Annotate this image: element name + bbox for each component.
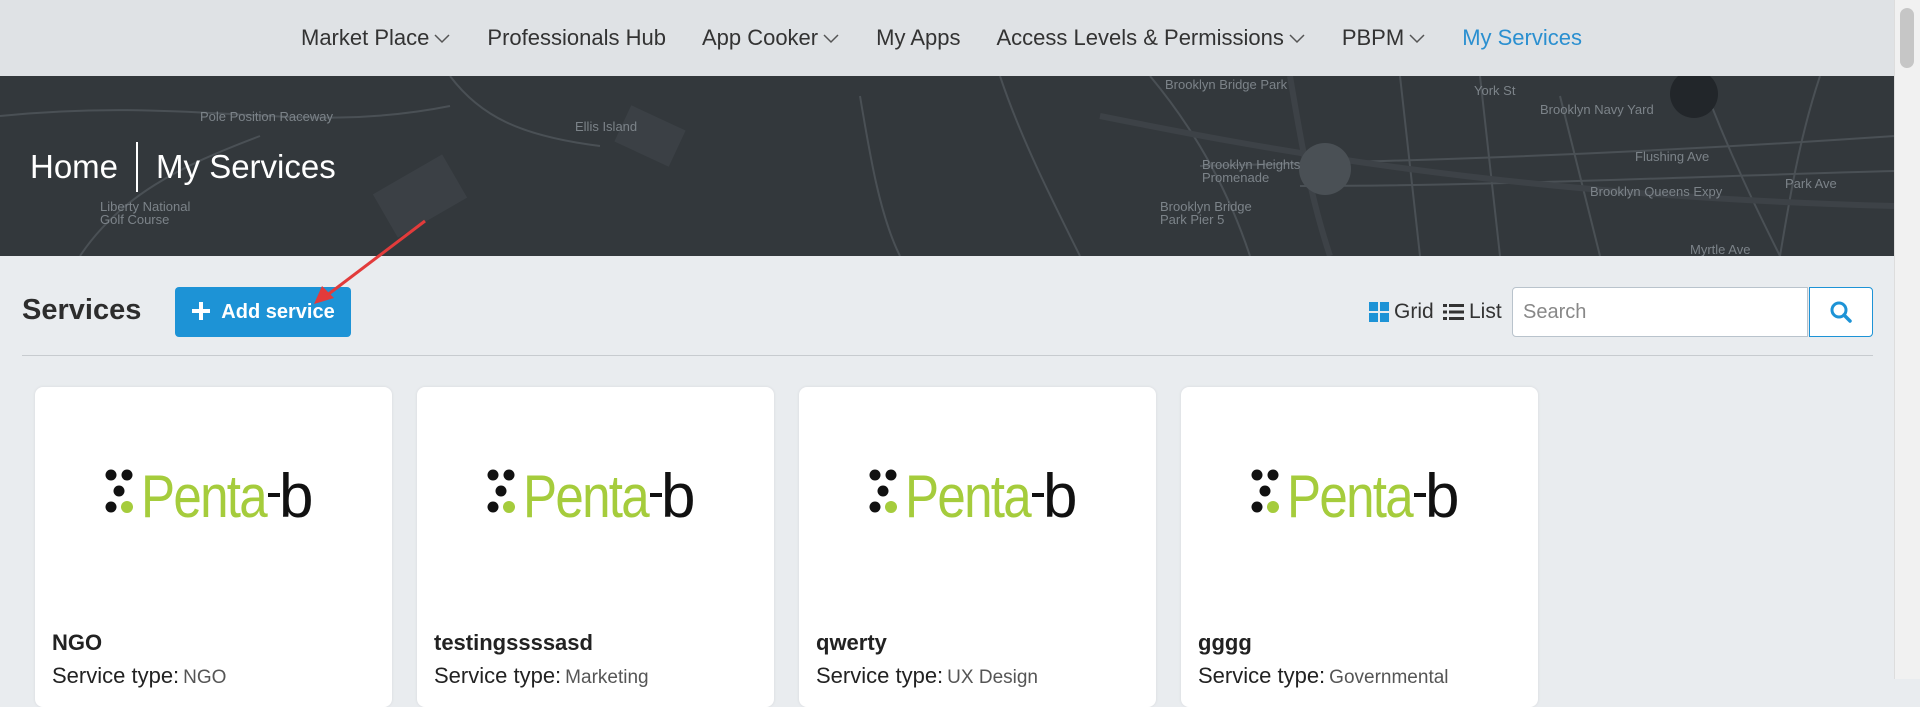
svg-text:York St: York St (1474, 83, 1516, 98)
search-icon (1830, 301, 1852, 323)
breadcrumb-home[interactable]: Home (30, 148, 118, 186)
svg-text:Penta: Penta (141, 463, 268, 529)
service-type: Service type: Governmental (1198, 663, 1449, 689)
toolbar-divider (22, 355, 1873, 356)
nav-item-label: My Apps (876, 25, 961, 50)
breadcrumb-current: My Services (156, 148, 336, 185)
nav-item-my-apps[interactable]: My Apps (876, 25, 960, 51)
svg-text:Penta: Penta (905, 463, 1032, 529)
service-type-label: Service type: (52, 663, 180, 688)
annotation-arrow (314, 219, 426, 304)
svg-text:Park Ave: Park Ave (1785, 176, 1837, 191)
service-type-label: Service type: (1198, 663, 1326, 688)
service-card[interactable]: Penta b qwerty Service type: UX Design (799, 387, 1156, 707)
search-button[interactable] (1809, 287, 1873, 337)
nav-item-label: Market Place (301, 25, 430, 50)
service-type-label: Service type: (816, 663, 944, 688)
nav-item-app-cooker[interactable]: App Cooker (702, 25, 840, 51)
svg-text:Penta: Penta (1287, 463, 1414, 529)
nav-menu: Market Place Professionals Hub App Cooke… (301, 0, 1618, 76)
list-icon (1443, 304, 1464, 320)
page-scrollbar[interactable] (1894, 0, 1920, 679)
service-name: gggg (1198, 630, 1252, 655)
nav-item-my-services[interactable]: My Services (1462, 25, 1582, 51)
service-name: NGO (52, 630, 103, 655)
service-card[interactable]: Penta b testingssssasd Service type: Mark… (417, 387, 774, 707)
plus-icon (191, 298, 211, 326)
service-card[interactable]: Penta b gggg Service type: Governmental (1181, 387, 1538, 707)
nav-item-label: Access Levels & Permissions (996, 25, 1284, 50)
nav-item-access-levels[interactable]: Access Levels & Permissions (997, 25, 1306, 51)
service-type-label: Service type: (434, 663, 562, 688)
chevron-down-icon (1289, 34, 1305, 44)
penta-b-logo: Penta b (1251, 462, 1459, 529)
svg-text:b: b (1425, 462, 1459, 529)
svg-text:Ellis Island: Ellis Island (575, 119, 637, 134)
service-card[interactable]: Penta b NGO Service type: NGO (35, 387, 392, 707)
nav-item-label: PBPM (1341, 25, 1405, 50)
svg-text:Park Pier 5: Park Pier 5 (1160, 212, 1224, 227)
chevron-down-icon (1409, 34, 1425, 44)
svg-text:Promenade: Promenade (1202, 170, 1269, 185)
page-header-banner: Pole Position Raceway Ellis Island Brook… (0, 76, 1895, 256)
service-name: qwerty (816, 630, 887, 655)
svg-text:b: b (279, 462, 313, 529)
penta-b-logo: Penta b (869, 462, 1077, 529)
nav-item-pbpm[interactable]: PBPM (1342, 25, 1426, 51)
service-type-value: UX Design (947, 667, 1038, 688)
svg-text:b: b (661, 462, 695, 529)
svg-text:Brooklyn Queens Expy: Brooklyn Queens Expy (1590, 184, 1723, 199)
top-navigation: Market Place Professionals Hub App Cooke… (0, 0, 1895, 77)
svg-text:Myrtle Ave: Myrtle Ave (1690, 242, 1750, 256)
nav-item-label: My Services (1462, 25, 1582, 50)
grid-icon (1369, 302, 1389, 322)
scrollbar-thumb[interactable] (1900, 8, 1914, 68)
service-type: Service type: NGO (52, 663, 226, 689)
chevron-down-icon (823, 34, 839, 44)
svg-text:Brooklyn Bridge Park: Brooklyn Bridge Park (1165, 77, 1288, 92)
list-view-label: List (1469, 300, 1502, 323)
nav-item-label: App Cooker (701, 25, 819, 50)
list-view-toggle[interactable]: List (1443, 300, 1502, 324)
breadcrumb: Home My Services (30, 142, 336, 192)
svg-text:Flushing Ave: Flushing Ave (1635, 149, 1709, 164)
svg-text:Pole Position Raceway: Pole Position Raceway (200, 109, 333, 124)
service-type: Service type: Marketing (434, 663, 649, 689)
breadcrumb-separator (136, 142, 139, 192)
svg-text:b: b (1043, 462, 1077, 529)
penta-b-logo: Penta b (105, 462, 313, 529)
service-type: Service type: UX Design (816, 663, 1038, 689)
grid-view-label: Grid (1394, 300, 1434, 323)
svg-text:Golf Course: Golf Course (100, 212, 169, 227)
service-name: testingssssasd (434, 630, 593, 655)
service-type-value: NGO (183, 667, 227, 688)
chevron-down-icon (434, 34, 450, 44)
svg-text:Penta: Penta (523, 463, 650, 529)
penta-b-logo: Penta b (487, 462, 695, 529)
search-input[interactable] (1512, 287, 1808, 337)
service-type-value: Governmental (1329, 667, 1449, 688)
nav-item-market-place[interactable]: Market Place (301, 25, 451, 51)
grid-view-toggle[interactable]: Grid (1369, 300, 1434, 324)
svg-text:Brooklyn Navy Yard: Brooklyn Navy Yard (1540, 102, 1654, 117)
service-type-value: Marketing (565, 667, 649, 688)
section-title: Services (22, 294, 142, 326)
nav-item-professionals-hub[interactable]: Professionals Hub (487, 25, 666, 51)
nav-item-label: Professionals Hub (487, 25, 666, 50)
